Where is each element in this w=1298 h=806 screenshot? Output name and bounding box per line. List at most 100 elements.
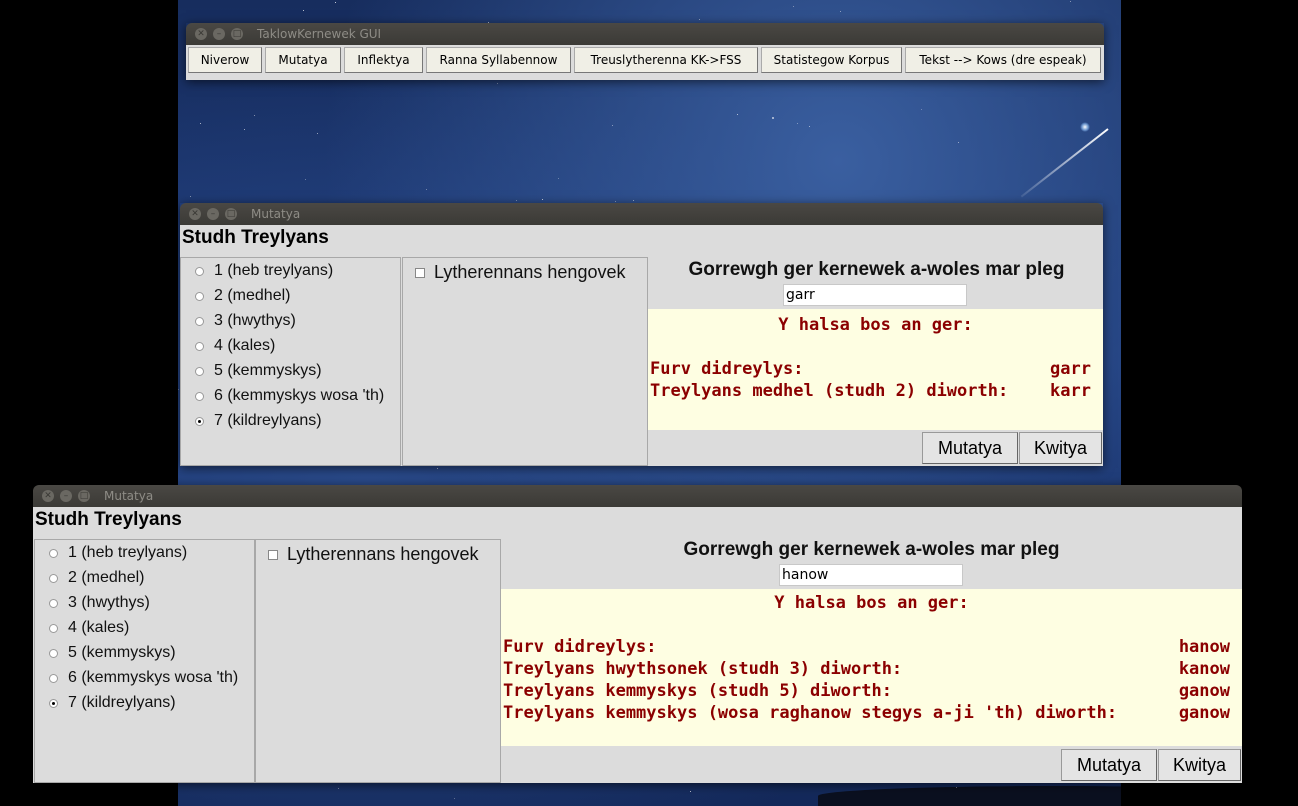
radio-option[interactable]: 5 (kemmyskys) (35, 643, 176, 663)
maximize-icon[interactable]: □ (78, 490, 90, 502)
statistegow-korpus-button[interactable]: Statistegow Korpus (761, 47, 902, 73)
meteor-streak (1020, 128, 1109, 198)
radio-button-icon[interactable] (195, 291, 204, 301)
star-decoration (1070, 1, 1071, 2)
radio-button-icon[interactable] (49, 623, 58, 633)
inflektya-button[interactable]: Inflektya (344, 47, 423, 73)
result-value: ganow (1178, 703, 1230, 723)
radio-option[interactable]: 1 (heb treylyans) (35, 543, 187, 563)
checkbox-icon[interactable] (415, 267, 425, 278)
star-decoration (956, 787, 957, 788)
radio-option[interactable]: 2 (medhel) (181, 286, 290, 306)
star-decoration (737, 114, 738, 115)
star-decoration (793, 6, 794, 7)
radio-option[interactable]: 2 (medhel) (35, 568, 144, 588)
radio-label: 3 (hwythys) (68, 594, 150, 611)
radio-option[interactable]: 1 (heb treylyans) (181, 261, 333, 281)
result-panel: Y halsa bos an ger: Furv didreylys: garr… (648, 309, 1103, 430)
star-decoration (772, 117, 774, 119)
mutatya-window: ✕ – □ Mutatya Studh Treylyans 1 (heb tre… (33, 485, 1242, 783)
result-label: Treylyans medhel (studh 2) diworth: (650, 381, 1009, 401)
mutatya-button[interactable]: Mutatya (922, 432, 1018, 464)
star-decoration (699, 19, 700, 20)
star-decoration (254, 115, 255, 116)
radio-button-icon[interactable] (195, 316, 204, 326)
star-decoration (797, 123, 798, 124)
window-title: TaklowKernewek GUI (257, 27, 382, 41)
radio-label: 6 (kemmyskys wosa 'th) (214, 387, 385, 404)
checkbox-label: Lytherennans hengovek (287, 544, 479, 564)
menu-bar: Niverow Mutatya Inflektya Ranna Syllaben… (186, 45, 1104, 80)
radio-option[interactable]: 5 (kemmyskys) (181, 361, 322, 381)
maximize-icon[interactable]: □ (225, 208, 237, 220)
archaic-letters-checkbox[interactable]: Lytherennans hengovek (268, 544, 478, 565)
checkbox-icon[interactable] (268, 549, 278, 560)
radio-option[interactable]: 7 (kildreylyans) (35, 693, 176, 713)
radio-button-icon[interactable] (49, 573, 58, 583)
checkbox-panel: Lytherennans hengovek (402, 257, 648, 466)
close-icon[interactable]: ✕ (189, 208, 201, 220)
radio-label: 1 (heb treylyans) (68, 544, 188, 561)
tekst-kows-button[interactable]: Tekst --> Kows (dre espeak) (905, 47, 1101, 73)
star-decoration (516, 200, 517, 201)
result-label: Furv didreylys: (503, 637, 657, 657)
radio-option[interactable]: 3 (hwythys) (35, 593, 150, 613)
star-decoration (921, 109, 922, 110)
star-decoration (612, 125, 613, 126)
radio-option[interactable]: 3 (hwythys) (181, 311, 296, 331)
close-icon[interactable]: ✕ (42, 490, 54, 502)
radio-button-selected-icon[interactable] (49, 698, 58, 708)
radio-option[interactable]: 6 (kemmyskys wosa 'th) (35, 668, 238, 688)
titlebar: ✕ – □ Mutatya (180, 203, 1103, 225)
radio-panel: 1 (heb treylyans) 2 (medhel) 3 (hwythys)… (180, 257, 401, 466)
treuslytherenna-button[interactable]: Treuslytherenna KK->FSS (574, 47, 758, 73)
radio-label: 6 (kemmyskys wosa 'th) (68, 669, 239, 686)
ranna-syllabennow-button[interactable]: Ranna Syllabennow (426, 47, 571, 73)
star-decoration (809, 126, 810, 127)
radio-button-icon[interactable] (195, 366, 204, 376)
titlebar: ✕ – □ TaklowKernewek GUI (186, 23, 1104, 45)
radio-button-icon[interactable] (195, 341, 204, 351)
minimize-icon[interactable]: – (213, 28, 225, 40)
radio-option[interactable]: 6 (kemmyskys wosa 'th) (181, 386, 384, 406)
radio-button-icon[interactable] (49, 598, 58, 608)
radio-button-icon[interactable] (49, 548, 58, 558)
niverow-button[interactable]: Niverow (188, 47, 262, 73)
word-input[interactable] (783, 284, 967, 306)
radio-option[interactable]: 7 (kildreylyans) (181, 411, 322, 431)
star-decoration (426, 189, 427, 190)
radio-label: 5 (kemmyskys) (214, 362, 322, 379)
kwitya-button[interactable]: Kwitya (1019, 432, 1102, 464)
radio-button-icon[interactable] (195, 266, 204, 276)
star-decoration (542, 199, 543, 200)
close-icon[interactable]: ✕ (195, 28, 207, 40)
mutatya-window: ✕ – □ Mutatya Studh Treylyans 1 (heb tre… (180, 203, 1103, 466)
radio-option[interactable]: 4 (kales) (181, 336, 275, 356)
radio-label: 2 (medhel) (214, 287, 291, 304)
titlebar: ✕ – □ Mutatya (33, 485, 1242, 507)
maximize-icon[interactable]: □ (231, 28, 243, 40)
window-title: Mutatya (104, 489, 154, 503)
archaic-letters-checkbox[interactable]: Lytherennans hengovek (415, 262, 625, 283)
prompt-label: Gorrewgh ger kernewek a-woles mar pleg (683, 539, 1060, 560)
minimize-icon[interactable]: – (60, 490, 72, 502)
mutatya-button[interactable]: Mutatya (1061, 749, 1157, 781)
star-decoration (633, 200, 634, 201)
mutatya-menu-button[interactable]: Mutatya (265, 47, 341, 73)
result-label: Treylyans hwythsonek (studh 3) diworth: (503, 659, 903, 679)
radio-button-icon[interactable] (49, 648, 58, 658)
meteor-head (1080, 122, 1090, 132)
result-panel: Y halsa bos an ger: Furv didreylys: hano… (501, 589, 1242, 746)
word-input[interactable] (779, 564, 963, 586)
star-decoration (190, 196, 191, 197)
radio-button-icon[interactable] (195, 391, 204, 401)
result-value: hanow (1178, 637, 1230, 657)
star-decoration (615, 201, 616, 202)
star-decoration (178, 389, 179, 390)
radio-button-selected-icon[interactable] (195, 416, 204, 426)
kwitya-button[interactable]: Kwitya (1158, 749, 1241, 781)
radio-option[interactable]: 4 (kales) (35, 618, 129, 638)
minimize-icon[interactable]: – (207, 208, 219, 220)
radio-button-icon[interactable] (49, 673, 58, 683)
prompt-label: Gorrewgh ger kernewek a-woles mar pleg (688, 259, 1065, 280)
